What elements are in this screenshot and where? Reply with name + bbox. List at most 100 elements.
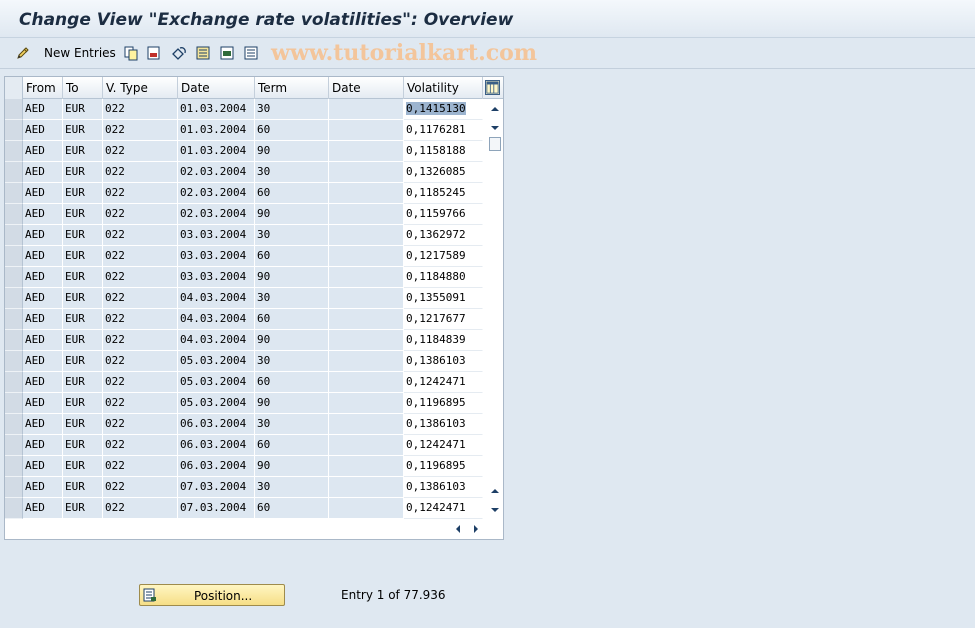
column-header-date-2[interactable]: Date [329, 77, 404, 99]
cell-volatility[interactable]: 0,1386103 [404, 477, 483, 498]
column-header-date[interactable]: Date [178, 77, 255, 99]
cell-volatility[interactable]: 0,1242471 [404, 498, 483, 519]
table-row[interactable]: AED EUR 022 06.03.2004 60 0,1242471 [5, 435, 485, 456]
row-selector[interactable] [5, 246, 23, 267]
table-row[interactable]: AED EUR 022 03.03.2004 30 0,1362972 [5, 225, 485, 246]
deselect-all-icon[interactable] [243, 45, 259, 61]
row-selector[interactable] [5, 288, 23, 309]
cell-volatility[interactable]: 0,1159766 [404, 204, 483, 225]
column-header-term[interactable]: Term [255, 77, 329, 99]
row-selector[interactable] [5, 330, 23, 351]
scroll-right-icon[interactable] [471, 524, 481, 534]
table-row[interactable]: AED EUR 022 05.03.2004 60 0,1242471 [5, 372, 485, 393]
scroll-down-icon[interactable] [490, 505, 500, 515]
page-down-icon[interactable] [490, 123, 500, 133]
row-selector[interactable] [5, 99, 23, 120]
column-header-to[interactable]: To [63, 77, 103, 99]
cell-to: EUR [63, 288, 103, 309]
new-entries-button[interactable]: New Entries [44, 46, 116, 60]
cell-term-text: 60 [257, 375, 271, 388]
row-selector[interactable] [5, 351, 23, 372]
cell-volatility[interactable]: 0,1185245 [404, 183, 483, 204]
table-row[interactable]: AED EUR 022 02.03.2004 30 0,1326085 [5, 162, 485, 183]
table-row[interactable]: AED EUR 022 03.03.2004 60 0,1217589 [5, 246, 485, 267]
row-selector[interactable] [5, 372, 23, 393]
cell-volatility[interactable]: 0,1355091 [404, 288, 483, 309]
row-selector[interactable] [5, 456, 23, 477]
select-all-rows-cell[interactable] [5, 77, 23, 99]
cell-volatility[interactable]: 0,1386103 [404, 351, 483, 372]
table-row[interactable]: AED EUR 022 05.03.2004 90 0,1196895 [5, 393, 485, 414]
copy-icon[interactable] [123, 45, 139, 61]
cell-volatility[interactable]: 0,1158188 [404, 141, 483, 162]
cell-volatility[interactable]: 0,1184880 [404, 267, 483, 288]
cell-volatility[interactable]: 0,1196895 [404, 456, 483, 477]
row-selector[interactable] [5, 477, 23, 498]
row-selector[interactable] [5, 183, 23, 204]
cell-volatility[interactable]: 0,1217677 [404, 309, 483, 330]
cell-volatility[interactable]: 0,1196895 [404, 393, 483, 414]
table-row[interactable]: AED EUR 022 06.03.2004 30 0,1386103 [5, 414, 485, 435]
position-button[interactable]: Position... [139, 584, 285, 606]
cell-volatility-text: 0,1242471 [406, 375, 466, 388]
cell-volatility[interactable]: 0,1415130 [404, 99, 483, 120]
horizontal-scroll-track[interactable] [405, 524, 447, 534]
row-selector[interactable] [5, 393, 23, 414]
table-row[interactable]: AED EUR 022 07.03.2004 30 0,1386103 [5, 477, 485, 498]
row-selector[interactable] [5, 120, 23, 141]
column-header-v-type[interactable]: V. Type [103, 77, 178, 99]
scroll-thumb[interactable] [489, 137, 501, 151]
cell-v-type: 022 [103, 204, 178, 225]
cell-volatility[interactable]: 0,1217589 [404, 246, 483, 267]
cell-volatility[interactable]: 0,1386103 [404, 414, 483, 435]
row-selector[interactable] [5, 141, 23, 162]
row-selector[interactable] [5, 309, 23, 330]
scroll-up-icon[interactable] [490, 104, 500, 114]
vertical-scrollbar[interactable] [487, 99, 503, 519]
table-row[interactable]: AED EUR 022 02.03.2004 90 0,1159766 [5, 204, 485, 225]
row-selector[interactable] [5, 414, 23, 435]
table-row[interactable]: AED EUR 022 01.03.2004 90 0,1158188 [5, 141, 485, 162]
cell-volatility[interactable]: 0,1176281 [404, 120, 483, 141]
row-selector[interactable] [5, 267, 23, 288]
table-row[interactable]: AED EUR 022 06.03.2004 90 0,1196895 [5, 456, 485, 477]
cell-volatility[interactable]: 0,1362972 [404, 225, 483, 246]
cell-date: 03.03.2004 [178, 246, 255, 267]
cell-volatility[interactable]: 0,1326085 [404, 162, 483, 183]
horizontal-scrollbar[interactable] [405, 520, 487, 537]
undo-icon[interactable] [171, 45, 187, 61]
row-selector[interactable] [5, 498, 23, 519]
cell-volatility[interactable]: 0,1242471 [404, 435, 483, 456]
cell-date-text: 04.03.2004 [180, 333, 247, 346]
table-row[interactable]: AED EUR 022 07.03.2004 60 0,1242471 [5, 498, 485, 519]
delete-icon[interactable] [146, 45, 162, 61]
row-selector[interactable] [5, 162, 23, 183]
row-selector[interactable] [5, 435, 23, 456]
cell-date-2 [329, 351, 404, 372]
column-header-from[interactable]: From [23, 77, 63, 99]
select-all-icon[interactable] [195, 45, 211, 61]
select-block-icon[interactable] [219, 45, 235, 61]
table-row[interactable]: AED EUR 022 01.03.2004 30 0,1415130 [5, 99, 485, 120]
cell-to-text: EUR [65, 228, 85, 241]
column-header-volatility[interactable]: Volatility [404, 77, 483, 99]
table-row[interactable]: AED EUR 022 01.03.2004 60 0,1176281 [5, 120, 485, 141]
cell-volatility[interactable]: 0,1184839 [404, 330, 483, 351]
row-selector[interactable] [5, 204, 23, 225]
cell-date-2 [329, 414, 404, 435]
cell-volatility[interactable]: 0,1242471 [404, 372, 483, 393]
page-up-icon[interactable] [490, 486, 500, 496]
table-row[interactable]: AED EUR 022 04.03.2004 90 0,1184839 [5, 330, 485, 351]
table-row[interactable]: AED EUR 022 03.03.2004 90 0,1184880 [5, 267, 485, 288]
cell-term-text: 60 [257, 438, 271, 451]
table-row[interactable]: AED EUR 022 04.03.2004 30 0,1355091 [5, 288, 485, 309]
scroll-left-icon[interactable] [453, 524, 463, 534]
table-settings-icon[interactable] [485, 80, 500, 95]
edit-pencil-icon[interactable] [15, 45, 31, 61]
row-selector[interactable] [5, 225, 23, 246]
table-row[interactable]: AED EUR 022 05.03.2004 30 0,1386103 [5, 351, 485, 372]
cell-term: 90 [255, 330, 329, 351]
table-row[interactable]: AED EUR 022 02.03.2004 60 0,1185245 [5, 183, 485, 204]
cell-v-type: 022 [103, 246, 178, 267]
table-row[interactable]: AED EUR 022 04.03.2004 60 0,1217677 [5, 309, 485, 330]
